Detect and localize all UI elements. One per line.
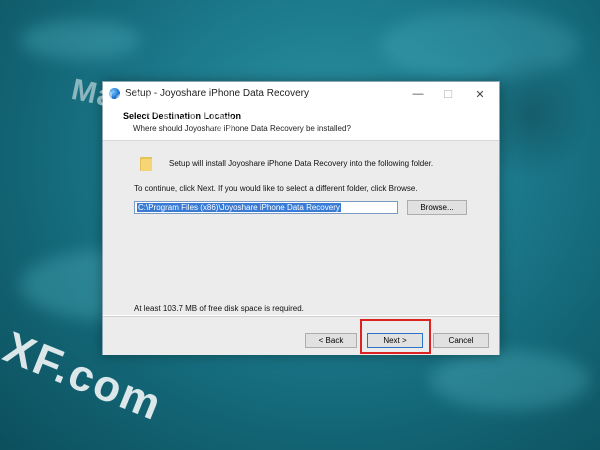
disk-space-text: At least 103.7 MB of free disk space is …	[134, 304, 304, 313]
continue-instructions: To continue, click Next. If you would li…	[134, 184, 418, 193]
maximize-button[interactable]: ☐	[433, 84, 463, 104]
minimize-button[interactable]: —	[403, 84, 433, 104]
back-button[interactable]: < Back	[305, 333, 357, 348]
water-caustic	[430, 350, 590, 410]
cancel-button[interactable]: Cancel	[433, 333, 489, 348]
water-caustic	[20, 20, 140, 60]
close-button[interactable]: ✕	[465, 84, 495, 104]
page-body: Setup will install Joyoshare iPhone Data…	[103, 141, 499, 315]
next-button-highlight	[360, 319, 431, 354]
button-bar: < Back Next > Cancel	[103, 316, 499, 355]
install-info-text: Setup will install Joyoshare iPhone Data…	[169, 159, 434, 168]
browse-button[interactable]: Browse...	[407, 200, 467, 215]
destination-path-input[interactable]: C:\Program Files (x86)\Joyoshare iPhone …	[134, 201, 398, 214]
destination-path-value: C:\Program Files (x86)\Joyoshare iPhone …	[137, 203, 341, 212]
folder-icon	[140, 155, 152, 171]
